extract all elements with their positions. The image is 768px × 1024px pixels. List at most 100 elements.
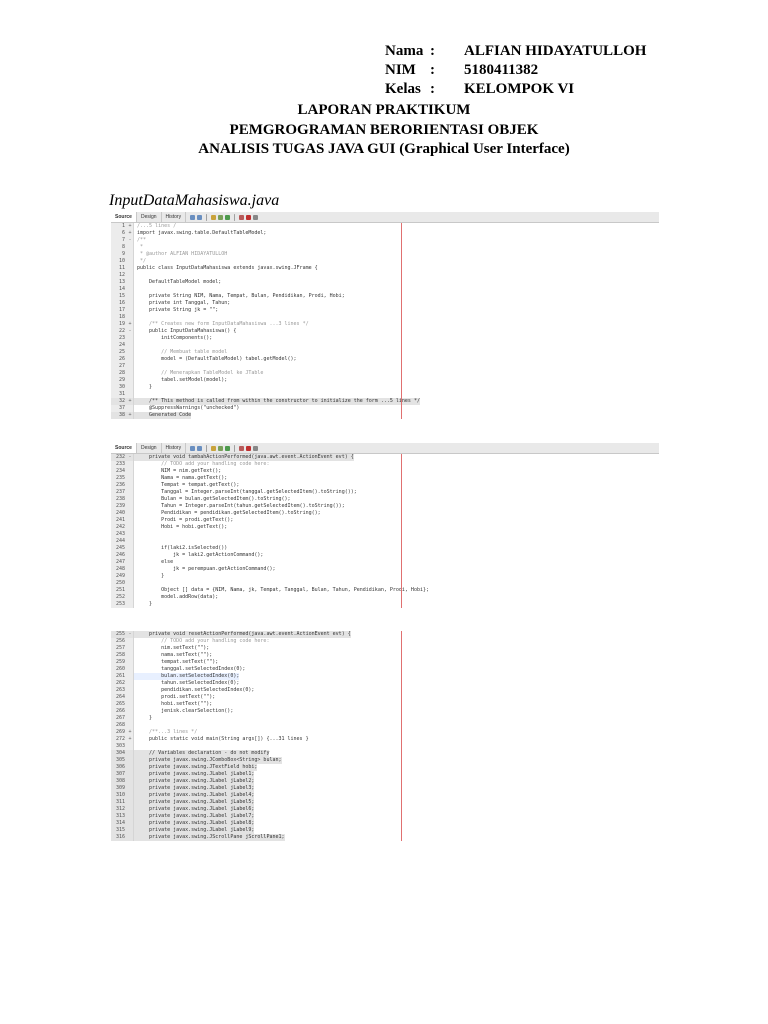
toggle-icon[interactable] — [218, 214, 224, 220]
line-number: 27 — [111, 363, 127, 370]
fold-toggle-icon[interactable]: - — [127, 237, 134, 244]
report-titles: LAPORAN PRAKTIKUM PEMGROGRAMAN BERORIENT… — [0, 101, 768, 160]
info-row-nim: NIM : 5180411382 — [385, 61, 646, 80]
fold-toggle-icon[interactable]: - — [127, 328, 134, 335]
code-line: 247 else — [111, 559, 659, 566]
line-number: 7 — [111, 237, 127, 244]
gutter — [127, 806, 134, 813]
line-number: 253 — [111, 601, 127, 608]
gutter — [127, 587, 134, 594]
stop-icon[interactable] — [246, 445, 252, 451]
comment-icon[interactable] — [253, 214, 259, 220]
code-line: 249 } — [111, 573, 659, 580]
code-text: public class InputDataMahasiswa extends … — [137, 265, 318, 271]
code-line: 32 + /** This method is called from withi… — [111, 398, 659, 405]
forward-icon[interactable] — [197, 214, 203, 220]
gutter — [127, 496, 134, 503]
line-number: 17 — [111, 307, 127, 314]
gutter — [127, 475, 134, 482]
comment-icon[interactable] — [253, 445, 259, 451]
code-line: 23 initComponents(); — [111, 335, 659, 342]
line-number: 11 — [111, 265, 127, 272]
fold-toggle-icon[interactable]: + — [127, 230, 134, 237]
code-text: private javax.swing.JLabel jLabel6; — [134, 806, 255, 813]
gutter — [127, 349, 134, 356]
run-icon[interactable] — [225, 445, 231, 451]
code-text: initComponents(); — [137, 335, 213, 341]
find-icon[interactable] — [211, 214, 217, 220]
gutter — [127, 771, 134, 778]
code-text: private javax.swing.JLabel jLabel8; — [134, 820, 255, 827]
line-number: 306 — [111, 764, 127, 771]
fold-toggle-icon[interactable]: - — [127, 631, 134, 638]
code-text: private String jk = ""; — [137, 307, 219, 313]
line-number: 25 — [111, 349, 127, 356]
gutter — [127, 538, 134, 545]
info-label: Kelas — [385, 81, 421, 97]
code-text: Tempat = tempat.getText(); — [137, 482, 240, 488]
line-number: 236 — [111, 482, 127, 489]
fold-toggle-icon[interactable]: + — [127, 736, 134, 743]
line-number: 251 — [111, 587, 127, 594]
code-line: 233 // TODO add your handling code here: — [111, 461, 659, 468]
toolbar-icons — [190, 444, 259, 452]
run-icon[interactable] — [225, 214, 231, 220]
stop-icon[interactable] — [246, 214, 252, 220]
fold-toggle-icon[interactable]: + — [127, 321, 134, 328]
line-number: 247 — [111, 559, 127, 566]
line-number: 261 — [111, 673, 127, 680]
gutter — [127, 391, 134, 398]
tab-history[interactable]: History — [162, 212, 187, 222]
gutter — [127, 293, 134, 300]
toggle-icon[interactable] — [218, 445, 224, 451]
toolbar-separator — [206, 213, 208, 221]
fold-toggle-icon[interactable]: + — [127, 398, 134, 405]
code-text: NIM = nim.getText(); — [137, 468, 222, 474]
info-separator: : — [430, 62, 435, 78]
report-title: LAPORAN PRAKTIKUM — [297, 102, 471, 118]
back-icon[interactable] — [190, 214, 196, 220]
line-number: 26 — [111, 356, 127, 363]
line-number: 245 — [111, 545, 127, 552]
gutter — [127, 687, 134, 694]
tab-source[interactable]: Source — [111, 212, 137, 222]
code-line: 262 tahun.setSelectedIndex(0); — [111, 680, 659, 687]
fold-toggle-icon[interactable]: + — [127, 223, 134, 230]
code-text: /**...3 lines */ — [137, 729, 198, 735]
gutter — [127, 645, 134, 652]
tab-design[interactable]: Design — [137, 212, 162, 222]
line-number: 267 — [111, 715, 127, 722]
line-number: 19 — [111, 321, 127, 328]
code-text: DefaultTableModel model; — [137, 279, 222, 285]
code-line: 309 private javax.swing.JLabel jLabel3; — [111, 785, 659, 792]
code-line: 316 private javax.swing.JScrollPane jScr… — [111, 834, 659, 841]
line-number: 310 — [111, 792, 127, 799]
code-text: // Membuat table model — [137, 349, 228, 355]
code-text: nim.setText(""); — [137, 645, 210, 651]
back-icon[interactable] — [190, 445, 196, 451]
line-number: 316 — [111, 834, 127, 841]
fold-toggle-icon[interactable]: + — [127, 729, 134, 736]
debug-icon[interactable] — [239, 214, 245, 220]
line-number: 268 — [111, 722, 127, 729]
code-text: pendidikan.setSelectedIndex(0); — [137, 687, 255, 693]
debug-icon[interactable] — [239, 445, 245, 451]
tab-history[interactable]: History — [162, 443, 187, 453]
line-number: 242 — [111, 524, 127, 531]
code-line: 25 // Membuat table model — [111, 349, 659, 356]
gutter — [127, 363, 134, 370]
info-label: Nama — [385, 43, 424, 59]
find-icon[interactable] — [211, 445, 217, 451]
tab-source[interactable]: Source — [111, 443, 137, 453]
fold-toggle-icon[interactable]: + — [127, 412, 134, 419]
forward-icon[interactable] — [197, 445, 203, 451]
code-line: 307 private javax.swing.JLabel jLabel1; — [111, 771, 659, 778]
code-text: tanggal.setSelectedIndex(0); — [137, 666, 246, 672]
fold-toggle-icon[interactable]: - — [127, 454, 134, 461]
tab-design[interactable]: Design — [137, 443, 162, 453]
gutter — [127, 468, 134, 475]
code-line: 1 +/...5 lines / — [111, 223, 659, 230]
gutter — [127, 342, 134, 349]
